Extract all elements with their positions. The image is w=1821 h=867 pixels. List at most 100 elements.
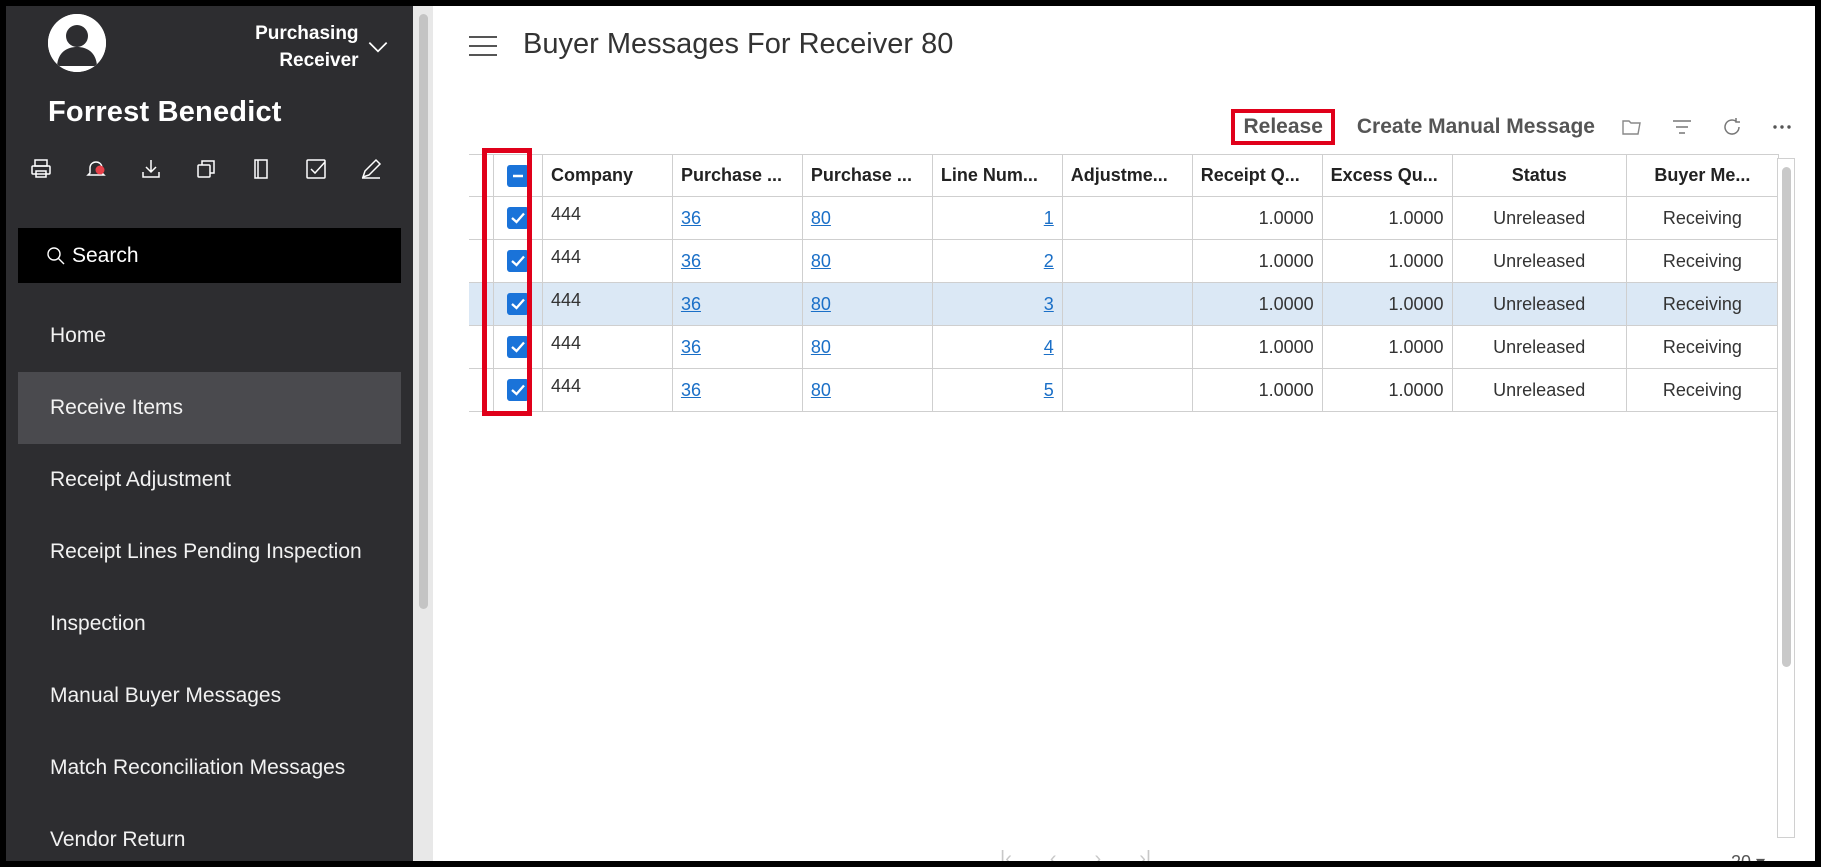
- cell-receipt-qty: 1.0000: [1191, 239, 1323, 283]
- purchase-order-link[interactable]: 36: [681, 337, 701, 357]
- menu-icon[interactable]: [469, 36, 497, 58]
- line-number-link[interactable]: 5: [1044, 380, 1054, 400]
- avatar[interactable]: [48, 14, 106, 72]
- table-row[interactable]: 444 36 80 4 1.0000 1.0000 Unreleased Receiving: [469, 325, 1780, 369]
- table-row[interactable]: 444 36 80 5 1.0000 1.0000 Unreleased Receiving: [469, 368, 1780, 412]
- checkmark-icon: [506, 336, 529, 359]
- cell-purchase-receiver: 80: [801, 282, 933, 326]
- line-number-link[interactable]: 1: [1044, 208, 1054, 228]
- role-selector[interactable]: Purchasing Receiver: [255, 20, 391, 74]
- row-checkbox[interactable]: [493, 282, 544, 326]
- row-spacer: [469, 196, 494, 240]
- cell-status: Unreleased: [1451, 368, 1627, 412]
- row-spacer: [469, 282, 494, 326]
- first-page-icon[interactable]: |‹: [1000, 848, 1012, 861]
- column-header-company[interactable]: Company: [542, 154, 673, 197]
- cell-adjustment: [1061, 239, 1193, 283]
- receiver-link[interactable]: 80: [811, 208, 831, 228]
- nav-item-manual-buyer-messages[interactable]: Manual Buyer Messages: [18, 660, 401, 732]
- cell-purchase-receiver: 80: [801, 239, 933, 283]
- nav-item-receipt-adjustment[interactable]: Receipt Adjustment: [18, 444, 401, 516]
- line-number-link[interactable]: 4: [1044, 337, 1054, 357]
- purchase-order-link[interactable]: 36: [681, 380, 701, 400]
- bookmark-icon[interactable]: [248, 156, 274, 182]
- filter-icon[interactable]: [1669, 114, 1695, 140]
- search-icon: [47, 246, 65, 264]
- cell-adjustment: [1061, 282, 1193, 326]
- column-header-receipt-qty[interactable]: Receipt Q...: [1191, 154, 1323, 197]
- column-header-status[interactable]: Status: [1451, 154, 1627, 197]
- receiver-link[interactable]: 80: [811, 251, 831, 271]
- nav-item-receipt-lines-pending-inspection[interactable]: Receipt Lines Pending Inspection: [18, 516, 401, 588]
- purchase-order-link[interactable]: 36: [681, 208, 701, 228]
- grid-scrollbar[interactable]: [1777, 158, 1795, 838]
- cell-receipt-qty: 1.0000: [1191, 282, 1323, 326]
- notification-icon[interactable]: [83, 156, 109, 182]
- scrollbar-thumb[interactable]: [1782, 167, 1791, 667]
- nav-item-vendor-return[interactable]: Vendor Return: [18, 804, 401, 861]
- cell-status: Unreleased: [1451, 282, 1627, 326]
- purchase-order-link[interactable]: 36: [681, 294, 701, 314]
- column-header-purchase-order[interactable]: Purchase ...: [671, 154, 803, 197]
- cell-excess-qty: 1.0000: [1321, 196, 1453, 240]
- cell-company: 444: [542, 239, 673, 283]
- grid-toolbar: Release Create Manual Message: [1231, 109, 1795, 145]
- table-row[interactable]: 444 36 80 1 1.0000 1.0000 Unreleased Receiving: [469, 196, 1780, 240]
- receiver-link[interactable]: 80: [811, 380, 831, 400]
- row-checkbox[interactable]: [493, 368, 544, 412]
- cell-buyer-message: Receiving: [1625, 325, 1780, 369]
- cell-line-number: 4: [931, 325, 1063, 369]
- previous-page-icon[interactable]: ‹: [1050, 848, 1057, 861]
- receiver-link[interactable]: 80: [811, 337, 831, 357]
- download-icon[interactable]: [138, 156, 164, 182]
- cell-buyer-message: Receiving: [1625, 196, 1780, 240]
- app-window: Purchasing Receiver Forrest Benedict Sea…: [6, 6, 1815, 861]
- line-number-link[interactable]: 2: [1044, 251, 1054, 271]
- cell-purchase-receiver: 80: [801, 196, 933, 240]
- line-number-link[interactable]: 3: [1044, 294, 1054, 314]
- cell-purchase-order: 36: [671, 196, 803, 240]
- page-size-select[interactable]: 20 ▾: [1731, 852, 1765, 861]
- refresh-icon[interactable]: [1719, 114, 1745, 140]
- column-header-adjustment[interactable]: Adjustme...: [1061, 154, 1193, 197]
- cell-purchase-receiver: 80: [801, 325, 933, 369]
- cell-company: 444: [542, 368, 673, 412]
- row-checkbox[interactable]: [493, 325, 544, 369]
- cell-excess-qty: 1.0000: [1321, 239, 1453, 283]
- create-manual-message-button[interactable]: Create Manual Message: [1357, 115, 1595, 139]
- select-all-checkbox[interactable]: [493, 154, 544, 197]
- receiver-link[interactable]: 80: [811, 294, 831, 314]
- sidebar-nav: Home Receive Items Receipt Adjustment Re…: [18, 300, 401, 861]
- cell-receipt-qty: 1.0000: [1191, 196, 1323, 240]
- nav-item-home[interactable]: Home: [18, 300, 401, 372]
- purchase-order-link[interactable]: 36: [681, 251, 701, 271]
- last-page-icon[interactable]: ›|: [1139, 848, 1151, 861]
- nav-item-inspection[interactable]: Inspection: [18, 588, 401, 660]
- copy-icon[interactable]: [193, 156, 219, 182]
- row-spacer: [469, 325, 494, 369]
- column-header-buyer-message[interactable]: Buyer Me...: [1625, 154, 1780, 197]
- print-icon[interactable]: [28, 156, 54, 182]
- cell-adjustment: [1061, 368, 1193, 412]
- next-page-icon[interactable]: ›: [1095, 848, 1102, 861]
- row-checkbox[interactable]: [493, 196, 544, 240]
- column-header-purchase-receiver[interactable]: Purchase ...: [801, 154, 933, 197]
- column-header-line-number[interactable]: Line Num...: [931, 154, 1063, 197]
- sidebar-scrollbar[interactable]: [413, 6, 433, 861]
- folder-icon[interactable]: [1619, 114, 1645, 140]
- more-options-icon[interactable]: [1769, 114, 1795, 140]
- row-checkbox[interactable]: [493, 239, 544, 283]
- cell-company: 444: [542, 282, 673, 326]
- edit-icon[interactable]: [358, 156, 384, 182]
- nav-item-match-reconciliation-messages[interactable]: Match Reconciliation Messages: [18, 732, 401, 804]
- release-button[interactable]: Release: [1231, 109, 1335, 145]
- table-row[interactable]: 444 36 80 2 1.0000 1.0000 Unreleased Receiving: [469, 239, 1780, 283]
- checkmark-icon: [506, 293, 529, 316]
- scrollbar-thumb[interactable]: [419, 14, 428, 609]
- search-input[interactable]: Search: [18, 228, 401, 283]
- table-row[interactable]: 444 36 80 3 1.0000 1.0000 Unreleased Receiving: [469, 282, 1780, 326]
- task-icon[interactable]: [303, 156, 329, 182]
- nav-item-receive-items[interactable]: Receive Items: [18, 372, 401, 444]
- column-header-excess-qty[interactable]: Excess Qu...: [1321, 154, 1453, 197]
- header-spacer: [469, 154, 494, 197]
